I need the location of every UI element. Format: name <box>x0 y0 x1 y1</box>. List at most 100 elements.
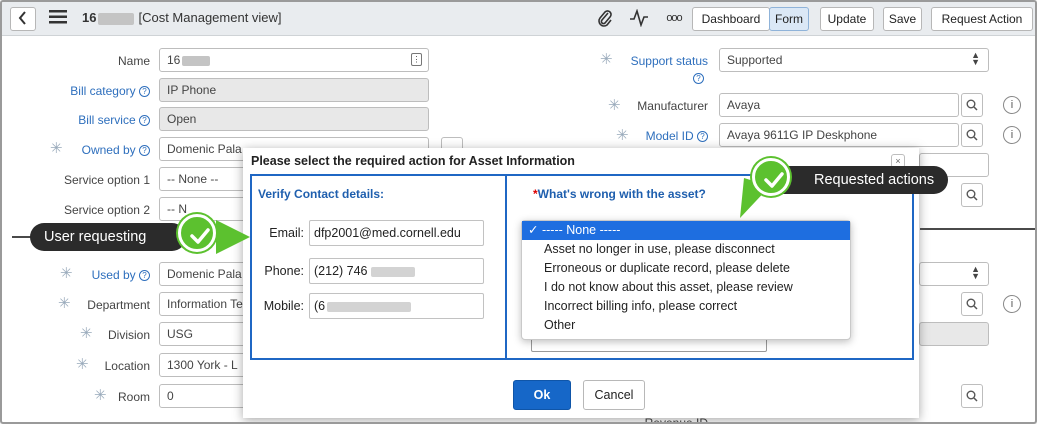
mobile-label: Mobile: <box>263 299 304 313</box>
manufacturer-field[interactable]: Avaya <box>719 93 959 117</box>
checkmark-icon: ✓ <box>528 223 539 237</box>
info-icon[interactable]: i <box>1003 96 1021 114</box>
search-icon <box>966 189 978 201</box>
select-arrows-icon: ▲ ▼ <box>971 50 980 67</box>
service-option-1-label: Service option 1 <box>63 173 150 187</box>
owned-by-label-text: Owned by <box>81 143 136 157</box>
asset-issue-dropdown: ✓ ----- None ----- Asset no longer in us… <box>521 220 851 340</box>
division-label: Division <box>107 328 150 342</box>
ok-button[interactable]: Ok <box>513 380 571 410</box>
model-id-search-button[interactable] <box>961 123 983 147</box>
email-field[interactable]: dfp2001@med.cornell.edu <box>309 220 484 246</box>
verify-contact-heading: Verify Contact details: <box>258 187 385 201</box>
support-status-value: Supported <box>727 53 783 67</box>
info-icon[interactable]: i <box>1003 126 1021 144</box>
user-requesting-callout: User requesting <box>30 223 187 251</box>
dropdown-option[interactable]: Other <box>522 316 850 335</box>
bill-service-label-text: Bill service <box>78 113 136 127</box>
redacted-text <box>98 12 135 25</box>
asset-issue-heading-text: What's wrong with the asset? <box>537 187 706 201</box>
room-label: Room <box>117 390 150 404</box>
section-divider <box>12 236 32 238</box>
chevron-left-icon <box>18 11 26 25</box>
dialog-title: Please select the required action for As… <box>251 154 575 168</box>
phone-value: (212) 746 <box>314 264 368 278</box>
mobile-field[interactable]: (6 <box>309 293 484 319</box>
search-button[interactable] <box>961 384 983 408</box>
select-arrows-icon: ▲ ▼ <box>971 264 980 281</box>
department-label: Department <box>87 298 150 312</box>
help-icon[interactable]: ? <box>139 115 150 126</box>
more-options-icon[interactable]: ooo <box>662 8 686 28</box>
dashboard-button[interactable]: Dashboard <box>692 7 770 31</box>
dropdown-option[interactable]: Asset no longer in use, please disconnec… <box>522 240 850 259</box>
model-id-label-text: Model ID <box>645 129 694 143</box>
mobile-value: (6 <box>314 299 326 313</box>
check-icon <box>752 158 790 196</box>
option-label: ----- None ----- <box>541 223 621 237</box>
info-icon[interactable]: i <box>1003 295 1021 313</box>
form-button[interactable]: Form <box>769 7 809 31</box>
bill-category-label-text: Bill category <box>70 84 136 98</box>
help-icon[interactable]: ? <box>139 270 150 281</box>
search-button[interactable] <box>961 292 983 316</box>
request-action-button[interactable]: Request Action <box>931 7 1033 31</box>
activity-icon[interactable] <box>628 8 650 33</box>
callout-pointer <box>216 220 250 254</box>
bill-category-label: Bill category ? <box>10 84 150 98</box>
name-value: 16 <box>167 53 181 67</box>
cancel-button[interactable]: Cancel <box>583 380 645 410</box>
dropdown-option[interactable]: I do not know about this asset, please r… <box>522 278 850 297</box>
help-icon[interactable]: ? <box>139 86 150 97</box>
check-icon <box>178 214 216 252</box>
reference-icon[interactable]: ⋮ <box>411 53 422 66</box>
model-id-field[interactable]: Avaya 9611G IP Deskphone <box>719 123 959 147</box>
dropdown-option[interactable]: Erroneous or duplicate record, please de… <box>522 259 850 278</box>
manufacturer-label: Manufacturer <box>637 99 708 113</box>
support-status-select[interactable]: Supported ▲ ▼ <box>719 48 989 72</box>
redacted-text <box>182 55 211 66</box>
dropdown-option[interactable]: ✓ ----- None ----- <box>522 221 850 240</box>
search-icon <box>966 298 978 310</box>
search-button[interactable] <box>961 183 983 207</box>
used-by-label: Used by ? <box>10 268 150 282</box>
help-icon[interactable]: ? <box>693 73 704 84</box>
verify-contact-panel: Verify Contact details: Email: dfp2001@m… <box>250 174 505 360</box>
app-window: 16 [Cost Management view] ooo Dashboard F… <box>0 0 1037 424</box>
asset-issue-heading: *What's wrong with the asset? <box>533 187 706 201</box>
search-icon <box>966 99 978 111</box>
manufacturer-search-button[interactable] <box>961 93 983 117</box>
section-divider <box>920 228 1035 230</box>
help-icon[interactable]: ? <box>139 145 150 156</box>
attachment-icon[interactable] <box>596 9 614 33</box>
update-button[interactable]: Update <box>820 7 874 31</box>
service-option-2-label: Service option 2 <box>63 203 150 217</box>
save-button[interactable]: Save <box>883 7 922 31</box>
form-header: 16 [Cost Management view] ooo Dashboard F… <box>2 2 1035 36</box>
redacted-text <box>327 301 412 312</box>
location-label: Location <box>104 359 150 373</box>
support-status-label: Support status? <box>568 54 708 85</box>
phone-field[interactable]: (212) 746 <box>309 258 484 284</box>
bill-service-field: Open <box>159 107 429 131</box>
support-status-label-text: Support status <box>630 54 708 68</box>
view-name: [Cost Management view] <box>138 10 282 25</box>
form-title: 16 [Cost Management view] <box>82 10 282 25</box>
background-select[interactable]: ▲ ▼ <box>919 262 989 286</box>
dropdown-option[interactable]: Incorrect billing info, please correct <box>522 297 850 316</box>
record-number: 16 <box>82 10 97 25</box>
redacted-text <box>371 266 415 277</box>
model-id-label: Model ID ? <box>568 129 708 143</box>
requested-actions-callout: Requested actions <box>762 166 949 194</box>
name-label: Name <box>117 54 150 68</box>
background-readonly-field <box>919 322 989 346</box>
used-by-label-text: Used by <box>91 268 136 282</box>
name-field[interactable]: 16 ⋮ <box>159 48 429 72</box>
phone-label: Phone: <box>264 264 304 278</box>
hamburger-menu-icon[interactable] <box>48 10 68 30</box>
help-icon[interactable]: ? <box>697 131 708 142</box>
back-button[interactable] <box>10 7 36 31</box>
email-label: Email: <box>269 226 304 240</box>
bill-category-field: IP Phone <box>159 78 429 102</box>
owned-by-label: Owned by ? <box>10 143 150 157</box>
